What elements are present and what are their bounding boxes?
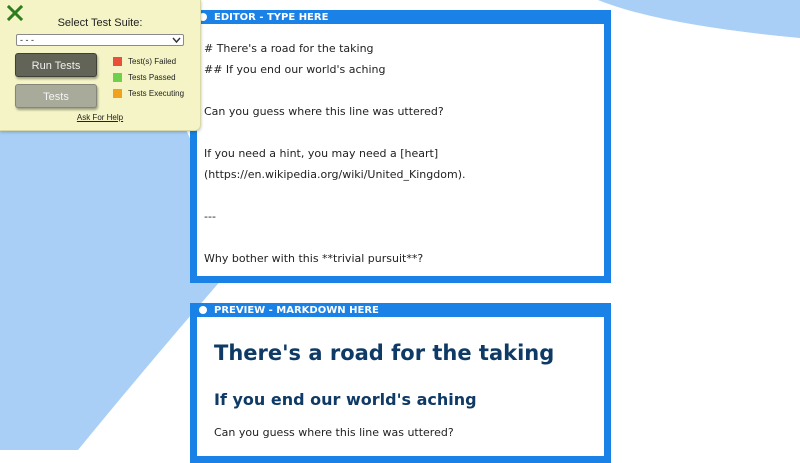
run-tests-button[interactable]: Run Tests [15,53,97,77]
editor-pane: EDITOR - TYPE HERE # There's a road for … [190,10,611,283]
test-suite-select[interactable]: - - - [16,34,184,46]
test-suite-panel: Select Test Suite: - - - Run Tests Tests… [0,0,201,131]
executing-status-swatch [113,89,122,98]
editor-title: EDITOR - TYPE HERE [214,12,329,23]
select-test-suite-label: Select Test Suite: [57,17,143,29]
passed-status-swatch [113,73,122,82]
editor-header: EDITOR - TYPE HERE [190,10,611,24]
preview-body: There's a road for the taking If you end… [197,317,604,456]
ask-for-help-link[interactable]: Ask For Help [0,113,200,122]
preview-pane: PREVIEW - MARKDOWN HERE There's a road f… [190,303,611,463]
chevron-down-icon [172,37,181,44]
preview-paragraph: Can you guess where this line was uttere… [214,426,454,439]
test-suite-select-value: - - - [20,35,34,45]
editor-textarea[interactable]: # There's a road for the taking ## If yo… [197,24,604,276]
preview-heading-1: There's a road for the taking [214,341,555,365]
legend-label: Test(s) Failed [128,57,177,66]
legend-label: Tests Passed [128,73,176,82]
tests-button[interactable]: Tests [15,84,97,108]
preview-header-dot [199,306,207,314]
editor-text[interactable]: # There's a road for the taking ## If yo… [204,38,465,269]
failed-status-swatch [113,57,122,66]
preview-header: PREVIEW - MARKDOWN HERE [190,303,611,317]
preview-title: PREVIEW - MARKDOWN HERE [214,305,379,316]
preview-heading-2: If you end our world's aching [214,390,477,409]
legend-label: Tests Executing [128,89,185,98]
